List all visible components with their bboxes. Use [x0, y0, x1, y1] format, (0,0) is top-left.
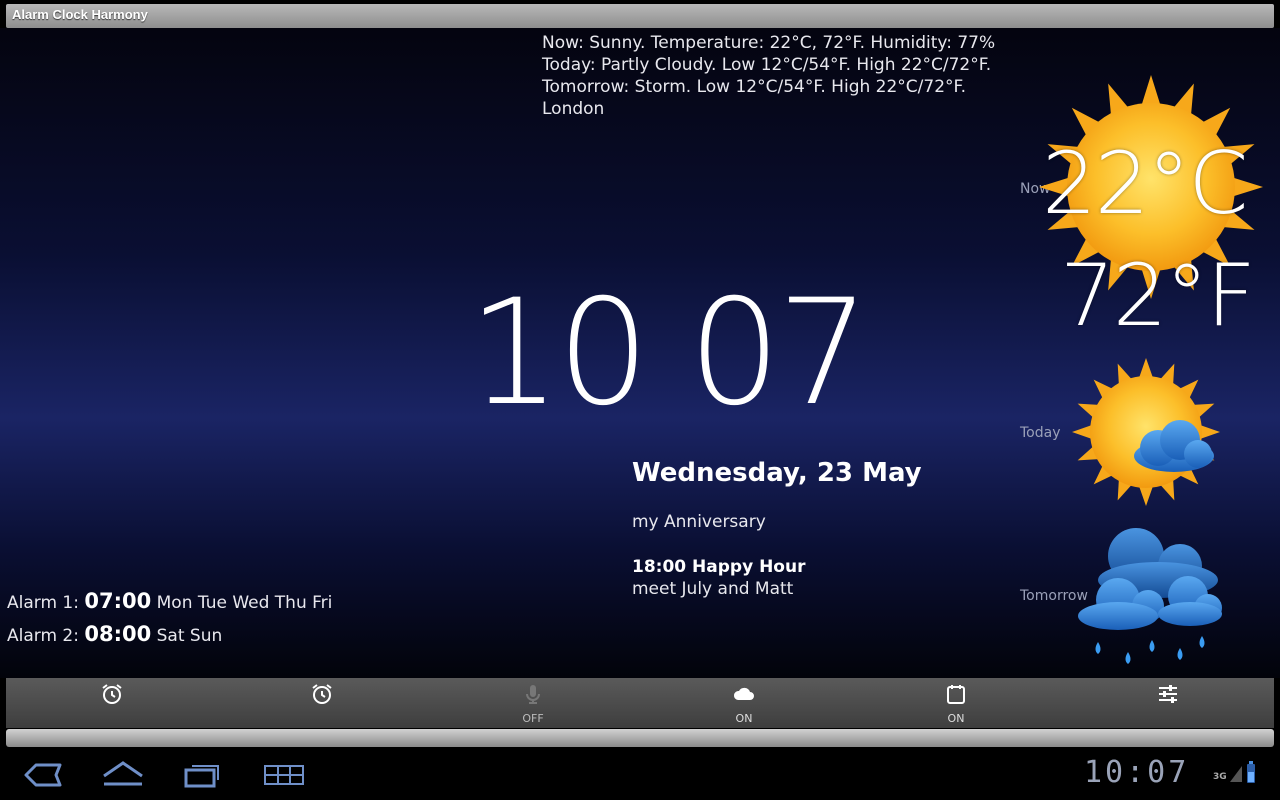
main-clock[interactable]: 10 07: [468, 278, 870, 428]
voice-toggle-button[interactable]: OFF: [493, 678, 573, 728]
system-clock: 10:07: [1084, 755, 1190, 790]
alarm-days: Sat Sun: [156, 626, 223, 646]
temperature-fahrenheit: 72°F: [1060, 246, 1256, 346]
calendar-toggle-button[interactable]: ON: [916, 678, 996, 728]
alarm-time: 07:00: [84, 589, 152, 613]
alarm-label: Alarm 1:: [7, 593, 79, 613]
calendar-event-happy-hour: 18:00 Happy Hour meet July and Matt: [632, 556, 805, 600]
signal-icon: [1230, 766, 1242, 782]
alarm-time: 08:00: [84, 622, 152, 646]
battery-icon: [1247, 761, 1255, 783]
alarm-list: Alarm 1: 07:00 Mon Tue Wed Thu Fri Alarm…: [7, 586, 332, 652]
temperature-celsius: 22°C: [1042, 134, 1248, 234]
alarm-label: Alarm 2:: [7, 626, 79, 646]
weather-toggle-button[interactable]: ON: [704, 678, 784, 728]
current-date: Wednesday, 23 May: [632, 458, 922, 488]
settings-sliders-icon: [1159, 685, 1177, 703]
back-icon[interactable]: [22, 758, 66, 792]
event-description: meet July and Matt: [632, 579, 794, 599]
home-icon[interactable]: [100, 758, 146, 792]
alarm-days: Mon Tue Wed Thu Fri: [156, 593, 333, 613]
weather-today-label: Today: [1020, 425, 1061, 441]
alarm-item-2[interactable]: Alarm 2: 08:00 Sat Sun: [7, 619, 332, 652]
settings-button[interactable]: [1128, 678, 1208, 728]
partly-cloudy-icon: [1072, 358, 1220, 506]
alarm-clock-icon: [312, 684, 332, 704]
weather-now-text: Now: Sunny. Temperature: 22°C, 72°F. Hum…: [542, 33, 996, 53]
alarm-1-button[interactable]: [72, 678, 152, 728]
cloud-icon: [733, 687, 754, 700]
scrollbar[interactable]: [6, 729, 1274, 747]
microphone-icon: [526, 685, 540, 704]
calendar-event: my Anniversary: [632, 512, 766, 532]
weather-location: London: [542, 99, 605, 119]
toolbar: OFF ON ON: [6, 678, 1274, 728]
calendar-toggle-state: ON: [947, 712, 965, 725]
calendar-icon: [947, 685, 965, 704]
network-indicator: 3G: [1213, 772, 1227, 782]
weather-today-text: Today: Partly Cloudy. Low 12°C/54°F. Hig…: [542, 55, 992, 75]
app-title: Alarm Clock Harmony: [12, 7, 148, 22]
weather-tomorrow-text: Tomorrow: Storm. Low 12°C/54°F. High 22°…: [542, 77, 966, 97]
voice-toggle-state: OFF: [522, 712, 544, 725]
alarm-2-button[interactable]: [282, 678, 362, 728]
title-bar: Alarm Clock Harmony: [6, 4, 1274, 28]
alarm-item-1[interactable]: Alarm 1: 07:00 Mon Tue Wed Thu Fri: [7, 586, 332, 619]
event-title: 18:00 Happy Hour: [632, 557, 806, 577]
storm-icon: [1078, 528, 1222, 664]
weather-toggle-state: ON: [735, 712, 753, 725]
weather-summary: Now: Sunny. Temperature: 22°C, 72°F. Hum…: [542, 32, 1042, 120]
recent-apps-icon[interactable]: [180, 758, 224, 792]
alarm-clock-icon: [102, 684, 122, 704]
menu-grid-icon[interactable]: [262, 758, 306, 792]
